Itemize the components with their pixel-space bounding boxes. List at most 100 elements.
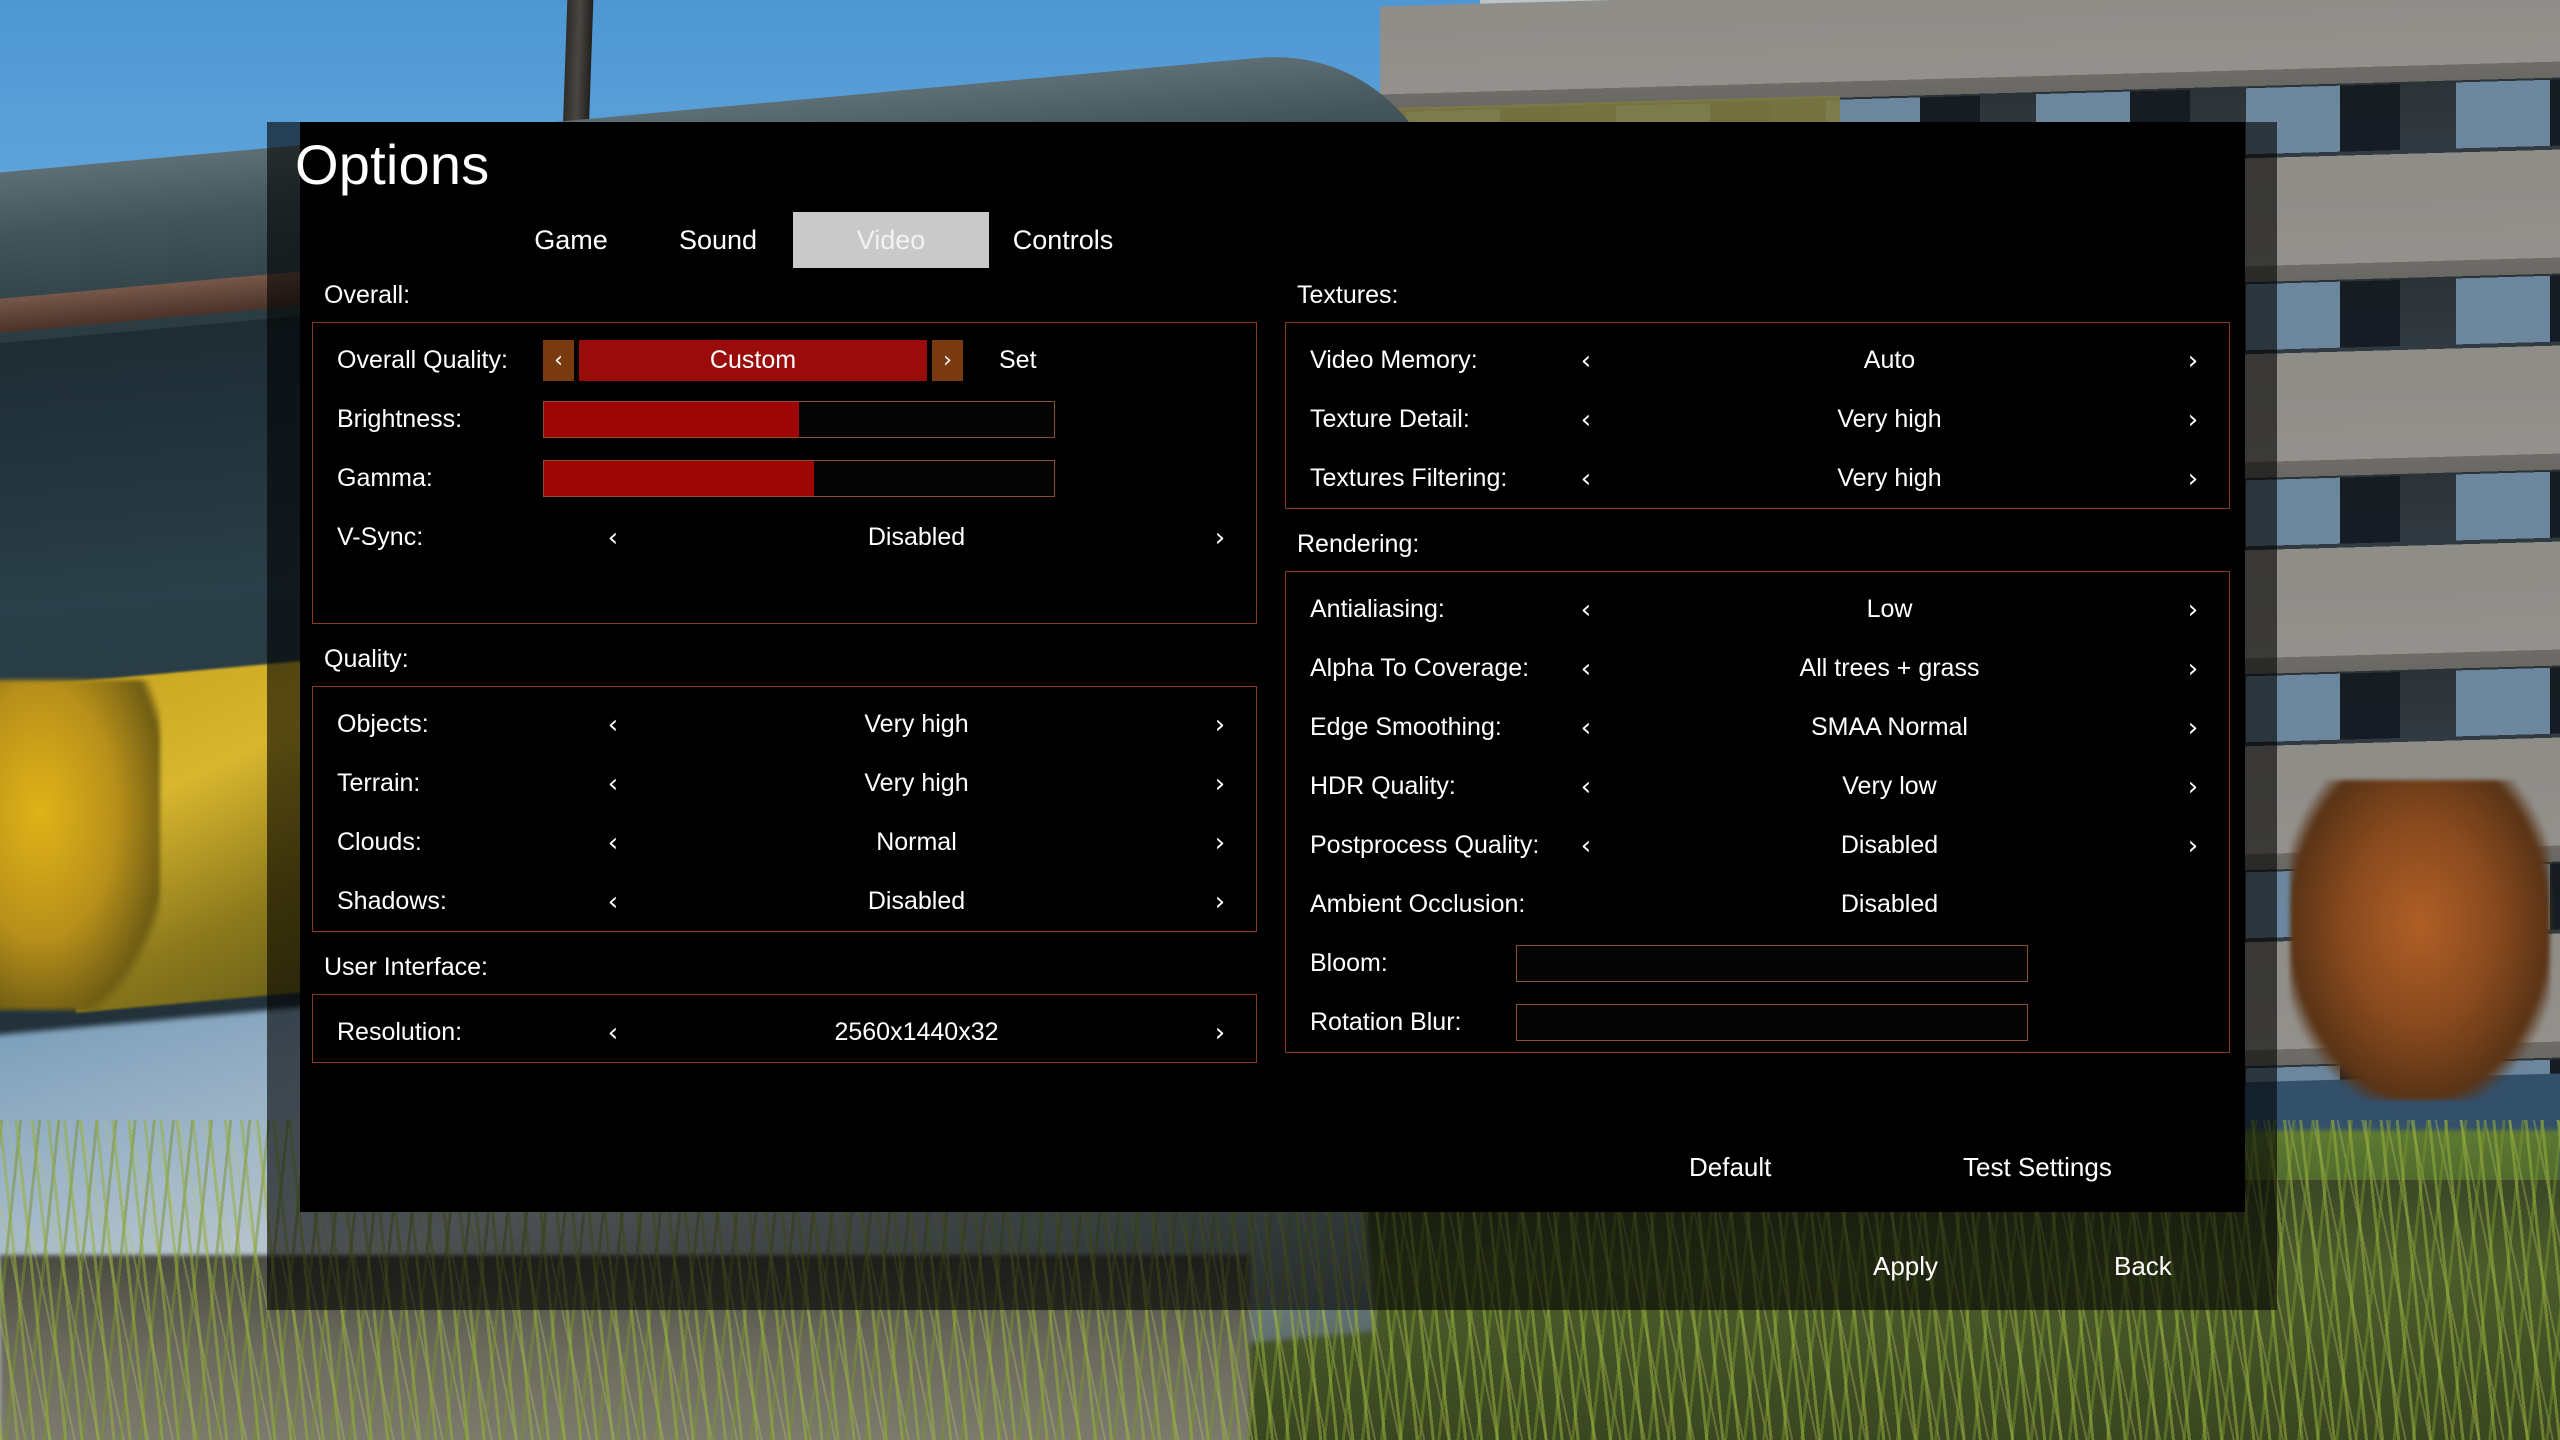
stepper-clouds: ‹ Normal › [595,813,1238,872]
default-button[interactable]: Default [1689,1152,1771,1183]
setting-label: Shadows: [337,887,447,915]
setting-row-alpha-to-coverage: Alpha To Coverage: ‹ All trees + grass › [1286,639,2229,698]
setting-label: Gamma: [337,464,433,492]
setting-label: Ambient Occlusion: [1310,890,1526,918]
setting-value: Normal [876,828,957,856]
setting-label: Resolution: [337,1018,463,1046]
back-button[interactable]: Back [2114,1251,2172,1282]
chevron-right-icon[interactable]: › [1202,1020,1238,1046]
setting-row-edge-smoothing: Edge Smoothing: ‹ SMAA Normal › [1286,698,2229,757]
setting-label: Clouds: [337,828,422,856]
setting-value: Very low [1842,772,1937,800]
section-group-rendering: Antialiasing: ‹ Low › Alpha To Coverage: ‹ All… [1285,571,2230,1053]
setting-row-resolution: Resolution: ‹ 2560x1440x32 › [313,1003,1256,1062]
setting-row-antialiasing: Antialiasing: ‹ Low › [1286,580,2229,639]
setting-label: HDR Quality: [1310,772,1456,800]
chevron-right-icon[interactable]: › [2175,466,2211,492]
setting-row-textures-filtering: Textures Filtering: ‹ Very high › [1286,449,2229,508]
chevron-right-icon[interactable]: › [1202,525,1238,551]
tree-left [0,680,160,1010]
section-heading-textures: Textures: [1297,281,1399,309]
setting-row-hdr-quality: HDR Quality: ‹ Very low › [1286,757,2229,816]
stepper-terrain: ‹ Very high › [595,754,1238,813]
tab-sound[interactable]: Sound [645,212,791,268]
chevron-right-icon[interactable]: › [2175,656,2211,682]
right-column: Textures: Video Memory: ‹ Auto › Texture Deta… [1285,280,2230,1073]
setting-label: Postprocess Quality: [1310,831,1540,859]
set-button[interactable]: Set [999,346,1037,375]
section-heading-user-interface: User Interface: [324,953,488,981]
stepper-objects: ‹ Very high › [595,695,1238,754]
setting-value: Disabled [1840,890,1939,918]
setting-row-terrain: Terrain: ‹ Very high › [313,754,1256,813]
chevron-right-icon[interactable]: › [2175,597,2211,623]
setting-value: Disabled [867,523,966,551]
setting-value: Very high [864,710,969,738]
setting-label: Textures Filtering: [1310,464,1508,492]
chevron-right-icon[interactable]: › [1202,712,1238,738]
setting-value: Disabled [1840,831,1939,859]
setting-row-rotation-blur: Rotation Blur: [1286,993,2229,1052]
chevron-right-icon[interactable]: › [1202,830,1238,856]
setting-row-shadows: Shadows: ‹ Disabled › [313,872,1256,931]
setting-label: Terrain: [337,769,421,797]
section-heading-rendering: Rendering: [1297,530,1420,558]
setting-label: Brightness: [337,405,463,433]
chevron-right-icon[interactable]: › [2175,833,2211,859]
setting-row-clouds: Clouds: ‹ Normal › [313,813,1256,872]
setting-label: Video Memory: [1310,346,1478,374]
stepper-postprocess-quality: ‹ Disabled › [1568,816,2211,875]
chevron-right-icon[interactable]: › [2175,348,2211,374]
chevron-right-icon[interactable]: › [1202,889,1238,915]
chevron-right-icon[interactable]: › [2175,774,2211,800]
section-heading-quality: Quality: [324,645,409,673]
setting-value: Low [1866,595,1913,623]
tab-game[interactable]: Game [498,212,644,268]
slider-bloom[interactable] [1516,945,2028,982]
options-tabbar: Game Sound Video Controls [300,212,1200,268]
stepper-textures-filtering: ‹ Very high › [1568,449,2211,508]
stepper-v-sync: ‹ Disabled › [595,508,1238,567]
section-group-overall: Overall Quality: ‹ Custom › Set Brightness: Ga… [312,322,1257,624]
slider-fill [544,402,799,437]
stepper-texture-detail: ‹ Very high › [1568,390,2211,449]
section-group-textures: Video Memory: ‹ Auto › Texture Detail: ‹ Very … [1285,322,2230,509]
slider-gamma[interactable] [543,460,1055,497]
test-settings-button[interactable]: Test Settings [1963,1152,2112,1183]
setting-row-video-memory: Video Memory: ‹ Auto › [1286,331,2229,390]
setting-label: Rotation Blur: [1310,1008,1462,1036]
chevron-right-icon[interactable]: › [2175,407,2211,433]
stepper-shadows: ‹ Disabled › [595,872,1238,931]
setting-value: All trees + grass [1799,654,1980,682]
chevron-right-icon[interactable]: › [1202,771,1238,797]
stepper-antialiasing: ‹ Low › [1568,580,2211,639]
tab-video[interactable]: Video [793,212,989,268]
apply-button[interactable]: Apply [1873,1251,1938,1282]
chevron-left-icon[interactable]: ‹ [543,340,574,381]
selector-value[interactable]: Custom [579,340,927,381]
setting-row-texture-detail: Texture Detail: ‹ Very high › [1286,390,2229,449]
setting-label: V-Sync: [337,523,424,551]
slider-brightness[interactable] [543,401,1055,438]
tree-right [2290,780,2550,1100]
setting-row-postprocess-quality: Postprocess Quality: ‹ Disabled › [1286,816,2229,875]
setting-row-brightness: Brightness: [313,390,1256,449]
setting-value: Very high [1837,464,1942,492]
setting-label: Antialiasing: [1310,595,1445,623]
setting-value: Auto [1863,346,1916,374]
chevron-right-icon[interactable]: › [932,340,963,381]
chevron-right-icon[interactable]: › [2175,715,2211,741]
setting-value: Very high [1837,405,1942,433]
left-column: Overall: Overall Quality: ‹ Custom › Set Brigh… [312,280,1257,1083]
tab-controls[interactable]: Controls [990,212,1136,268]
stepper-alpha-to-coverage: ‹ All trees + grass › [1568,639,2211,698]
setting-value: Very high [864,769,969,797]
page-title: Options [295,133,490,196]
setting-row-ambient-occlusion: Ambient Occlusion: Disabled [1286,875,2229,934]
slider-rotation-blur[interactable] [1516,1004,2028,1041]
setting-label: Edge Smoothing: [1310,713,1502,741]
